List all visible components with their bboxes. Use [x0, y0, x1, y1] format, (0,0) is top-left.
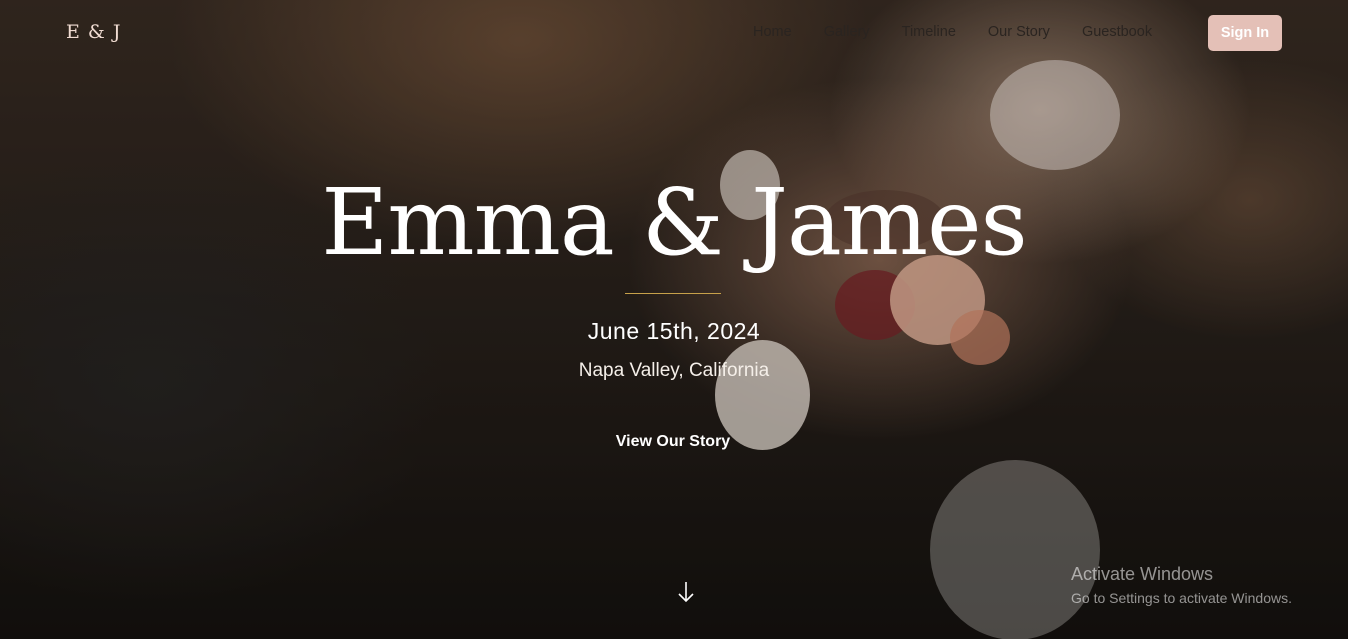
navbar: E & J Home Gallery Timeline Our Story Gu…: [0, 0, 1348, 66]
wedding-date: June 15th, 2024: [587, 318, 761, 344]
watermark-title: Activate Windows: [1071, 564, 1214, 584]
nav-link-timeline[interactable]: Timeline: [902, 24, 956, 44]
windows-activation-watermark: Activate Windows Go to Settings to activ…: [1071, 563, 1292, 608]
watermark-subtitle: Go to Settings to activate Windows.: [1071, 590, 1292, 606]
sign-in-button[interactable]: Sign In: [1208, 15, 1282, 51]
hero-title: Emma & James: [321, 169, 1028, 276]
nav-link-gallery[interactable]: Gallery: [824, 24, 870, 44]
nav-links: Home Gallery Timeline Our Story Guestboo…: [753, 24, 1152, 44]
view-our-story-button[interactable]: View Our Story: [595, 425, 751, 459]
nav-link-home[interactable]: Home: [753, 24, 792, 44]
nav-link-our-story[interactable]: Our Story: [988, 24, 1050, 44]
title-divider: [625, 293, 721, 294]
wedding-location: Napa Valley, California: [578, 360, 770, 381]
arrow-down-icon[interactable]: [676, 580, 696, 604]
nav-link-guestbook[interactable]: Guestbook: [1082, 24, 1152, 44]
site-logo[interactable]: E & J: [66, 21, 121, 43]
